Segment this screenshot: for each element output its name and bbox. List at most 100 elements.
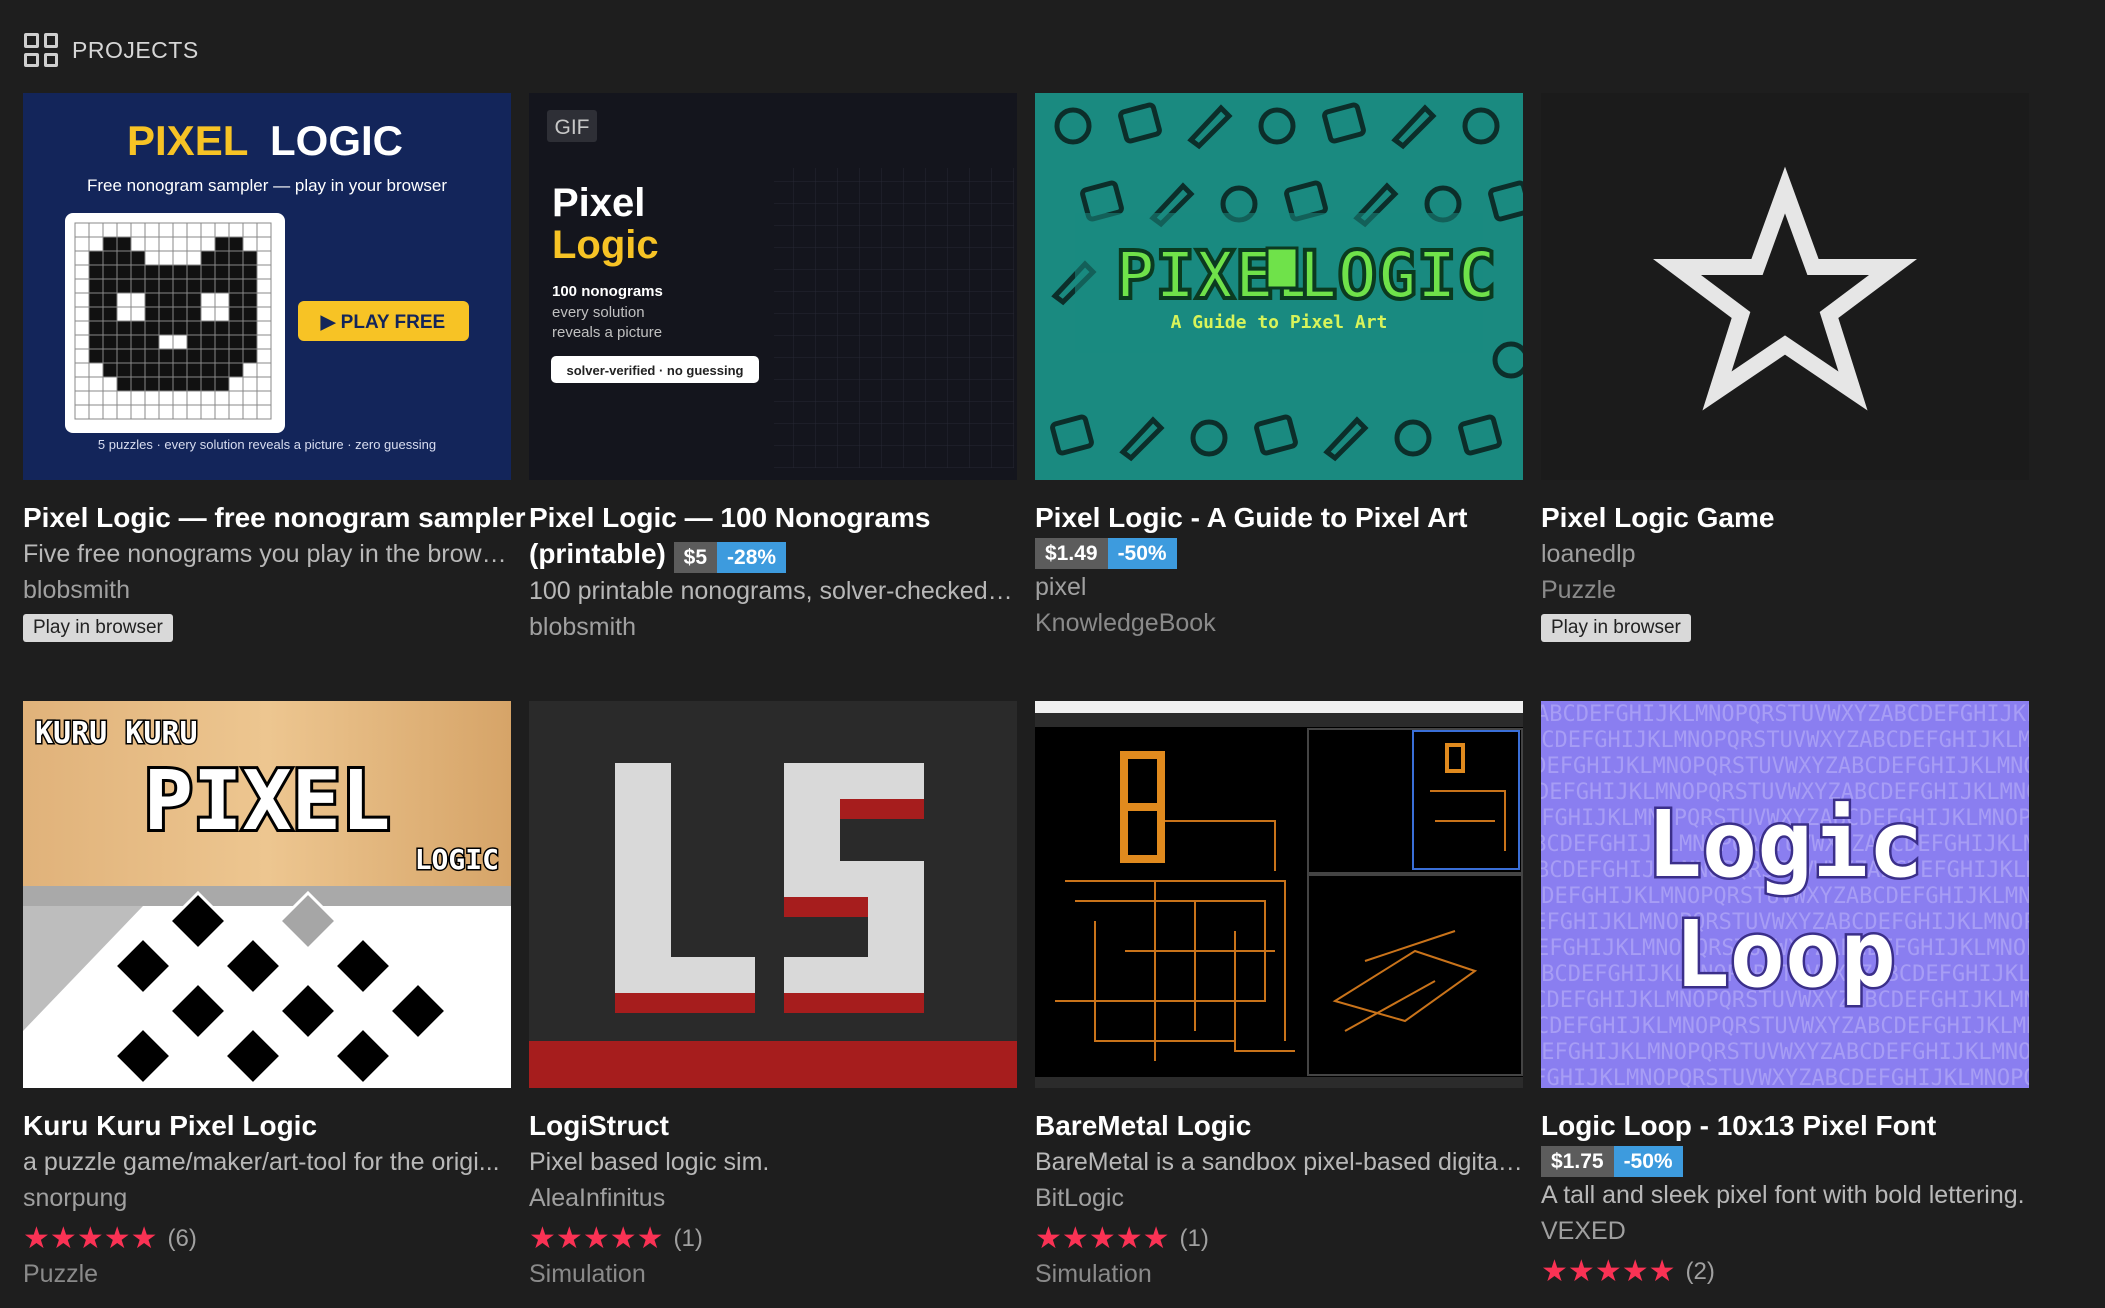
star-icon: ★	[582, 1222, 610, 1255]
card-thumbnail[interactable]: PIXEL LOGIC A Guide to Pixel Art	[1035, 93, 1523, 480]
thumbnail-art: GIF Pixel Logic 100 nonograms every solu…	[547, 110, 1014, 468]
rating-stars: ★★★★★ (2)	[1541, 1255, 1715, 1288]
puzzle-pattern	[112, 890, 449, 1087]
svg-text:ABCDEFGHIJKLMNOPQRSTUVWXYZABCD: ABCDEFGHIJKLMNOPQRSTUVWXYZABCDEFGHIJKLMN…	[1541, 702, 2029, 727]
card-author[interactable]: BitLogic	[1035, 1180, 1523, 1216]
card-genre[interactable]: Simulation	[1035, 1256, 1523, 1292]
project-card-logic-loop-font[interactable]: ABCDEFGHIJKLMNOPQRSTUVWXYZABCDEFGHIJKLMN…	[1541, 701, 2029, 1289]
star-icon: ★	[1541, 1255, 1568, 1288]
card-author[interactable]: VEXED	[1541, 1213, 2029, 1249]
thumb-tagline: A Guide to Pixel Art	[1171, 312, 1388, 333]
svg-text:DEFGHIJKLMNOPQRSTUVWXYZABCDEFG: DEFGHIJKLMNOPQRSTUVWXYZABCDEFGHIJKLMNOPQ…	[1541, 1040, 2029, 1065]
card-author[interactable]: blobsmith	[23, 572, 511, 608]
card-title[interactable]: Pixel Logic — 100 Nonograms (printable) …	[529, 500, 1017, 574]
rating-stars: ★★★★★ (1)	[1035, 1222, 1209, 1255]
star-icon: ★	[23, 1222, 50, 1255]
card-author[interactable]: snorpung	[23, 1180, 511, 1216]
star-icon: ★	[529, 1222, 556, 1255]
card-description: a puzzle game/maker/art-tool for the ori…	[23, 1148, 500, 1176]
project-card-kuru-kuru[interactable]: KURU KURU PIXEL LOGIC Kuru Kuru Pixel Lo…	[23, 701, 511, 1292]
star-icon: ★	[76, 1222, 104, 1255]
card-genre[interactable]: Puzzle	[23, 1256, 511, 1292]
star-icon: ★	[1061, 1222, 1089, 1255]
card-title[interactable]: Pixel Logic — free nonogram sampler	[23, 500, 526, 536]
play-in-browser-badge: Play in browser	[23, 614, 173, 642]
project-card-pixel-logic-sampler[interactable]: PIXEL LOGIC Free nonogram sampler — play…	[23, 93, 526, 642]
card-thumbnail[interactable]: ABCDEFGHIJKLMNOPQRSTUVWXYZABCDEFGHIJKLMN…	[1541, 701, 2029, 1088]
star-icon: ★	[103, 1222, 131, 1255]
svg-text:Loop: Loop	[1674, 901, 1896, 1008]
svg-text:solver-verified · no guessing: solver-verified · no guessing	[567, 363, 744, 378]
project-card-baremetal-logic[interactable]: BareMetal Logic BareMetal is a sandbox p…	[1035, 701, 1523, 1292]
star-icon: ★	[609, 1222, 637, 1255]
star-icon: ★	[636, 1222, 664, 1255]
card-thumbnail[interactable]	[529, 701, 1017, 1088]
card-genre[interactable]: Simulation	[529, 1256, 1017, 1292]
card-title[interactable]: Logic Loop - 10x13 Pixel Font	[1541, 1108, 2029, 1144]
star-icon: ★	[1621, 1255, 1649, 1288]
star-icon: ★	[1142, 1222, 1170, 1255]
svg-text:BCDEFGHIJKLMNOPQRSTUVWXYZABCDE: BCDEFGHIJKLMNOPQRSTUVWXYZABCDEFGHIJKLMNO…	[1541, 728, 2029, 753]
card-title[interactable]: Pixel Logic Game	[1541, 500, 2029, 536]
thumb-logo-b: LOGIC	[1298, 237, 1497, 314]
card-title[interactable]: BareMetal Logic	[1035, 1108, 1523, 1144]
project-card-logistruct[interactable]: LogiStruct Pixel based logic sim. AleaIn…	[529, 701, 1017, 1292]
project-card-100-nonograms[interactable]: GIF Pixel Logic 100 nonograms every solu…	[529, 93, 1017, 645]
star-icon: ★	[49, 1222, 77, 1255]
thumbnail-art: ABCDEFGHIJKLMNOPQRSTUVWXYZABCDEFGHIJKLMN…	[1541, 702, 2029, 1088]
svg-text:reveals a picture: reveals a picture	[552, 324, 662, 341]
thumb-heading-a: PIXEL	[127, 117, 248, 164]
price-tag: $1.49 -50%	[1035, 538, 1177, 569]
svg-text:EFGHIJKLMNOPQRSTUVWXYZABCDEFGH: EFGHIJKLMNOPQRSTUVWXYZABCDEFGHIJKLMNOPQR…	[1541, 1066, 2029, 1088]
svg-text:▶ PLAY FREE: ▶ PLAY FREE	[320, 312, 445, 333]
card-author[interactable]: blobsmith	[529, 609, 1017, 645]
project-card-guide-to-pixel-art[interactable]: PIXEL LOGIC A Guide to Pixel Art Pixel L…	[1035, 93, 1523, 641]
card-title[interactable]: Pixel Logic - A Guide to Pixel Art	[1035, 500, 1523, 536]
card-thumbnail[interactable]: GIF Pixel Logic 100 nonograms every solu…	[529, 93, 1017, 480]
svg-text:Pixel: Pixel	[552, 181, 645, 225]
card-title[interactable]: Kuru Kuru Pixel Logic	[23, 1108, 511, 1144]
card-thumbnail[interactable]: KURU KURU PIXEL LOGIC	[23, 701, 511, 1088]
svg-text:PIXEL: PIXEL	[144, 754, 391, 849]
card-description: BareMetal is a sandbox pixel-based digit…	[1035, 1148, 1523, 1176]
card-title[interactable]: LogiStruct	[529, 1108, 1017, 1144]
svg-text:every solution: every solution	[552, 304, 645, 321]
svg-text:100 nonograms: 100 nonograms	[552, 283, 663, 300]
star-icon: ★	[1088, 1222, 1116, 1255]
thumb-heading-b: LOGIC	[270, 117, 403, 164]
grid-icon	[24, 33, 58, 67]
card-description: A tall and sleek pixel font with bold le…	[1541, 1181, 2025, 1209]
star-icon: ★	[1567, 1255, 1595, 1288]
star-icon: ★	[1035, 1222, 1062, 1255]
card-thumbnail[interactable]: PIXEL LOGIC Free nonogram sampler — play…	[23, 93, 511, 480]
card-author[interactable]: pixel	[1035, 569, 1523, 605]
card-description: Pixel based logic sim.	[529, 1148, 770, 1176]
star-icon: ★	[555, 1222, 583, 1255]
card-description: Five free nonograms you play in the brow…	[23, 540, 511, 568]
card-author[interactable]: AleaInfinitus	[529, 1180, 1017, 1216]
svg-text:Logic: Logic	[1647, 791, 1924, 898]
star-icon: ★	[130, 1222, 158, 1255]
nonogram-grid	[74, 222, 272, 420]
thumb-subtitle: Free nonogram sampler — play in your bro…	[87, 176, 447, 195]
rating-stars: ★★★★★ (1)	[529, 1222, 703, 1255]
rating-stars: ★★★★★ (6)	[23, 1222, 197, 1255]
star-placeholder-icon	[1653, 166, 1917, 411]
card-thumbnail[interactable]	[1035, 701, 1523, 1088]
star-icon: ★	[1594, 1255, 1622, 1288]
thumbnail-art: PIXEL LOGIC A Guide to Pixel Art	[1050, 102, 1523, 462]
price-tag: $5 -28%	[673, 542, 787, 574]
card-genre[interactable]: Puzzle	[1541, 572, 2029, 608]
card-thumbnail[interactable]	[1541, 93, 2029, 480]
svg-text:GIF: GIF	[555, 116, 590, 139]
svg-text:KURU KURU: KURU KURU	[35, 716, 198, 751]
star-icon: ★	[1115, 1222, 1143, 1255]
thumb-footer: 5 puzzles · every solution reveals a pic…	[98, 437, 436, 452]
card-genre[interactable]: KnowledgeBook	[1035, 605, 1523, 641]
card-author[interactable]: loanedlp	[1541, 536, 2029, 572]
svg-text:CDEFGHIJKLMNOPQRSTUVWXYZABCDEF: CDEFGHIJKLMNOPQRSTUVWXYZABCDEFGHIJKLMNOP…	[1541, 1014, 2029, 1039]
section-title: PROJECTS	[72, 36, 199, 63]
play-in-browser-badge: Play in browser	[1541, 614, 1691, 642]
card-description: 100 printable nonograms, solver-checked:…	[529, 577, 1017, 606]
project-card-pixel-logic-game[interactable]: Pixel Logic Game loanedlp Puzzle Play in…	[1541, 93, 2029, 642]
